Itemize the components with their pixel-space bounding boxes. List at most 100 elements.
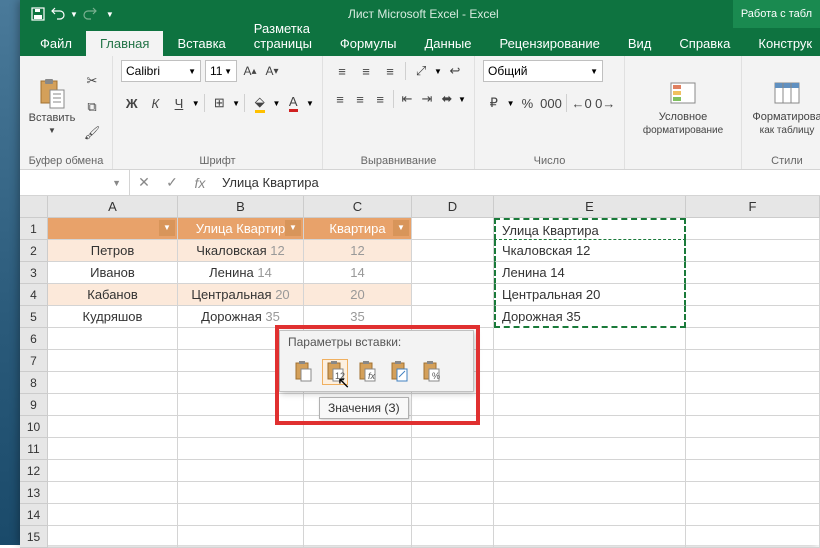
row-header[interactable]: 11 — [20, 438, 48, 460]
row-header[interactable]: 5 — [20, 306, 48, 328]
cell[interactable]: 12 — [304, 240, 412, 262]
cell[interactable] — [412, 240, 494, 262]
row-header[interactable]: 7 — [20, 350, 48, 372]
tab-home[interactable]: Главная — [86, 31, 163, 56]
cell[interactable] — [494, 438, 686, 460]
tab-insert[interactable]: Вставка — [163, 31, 239, 56]
row-header[interactable]: 3 — [20, 262, 48, 284]
font-name-select[interactable]: Calibri▼ — [121, 60, 201, 82]
cell[interactable] — [686, 328, 820, 350]
cell[interactable] — [48, 372, 178, 394]
col-header[interactable]: A — [48, 196, 178, 218]
filter-icon[interactable]: ▼ — [159, 220, 175, 236]
conditional-format-button[interactable]: Условное форматирование — [633, 60, 733, 153]
cell[interactable] — [494, 372, 686, 394]
cell[interactable]: Чкаловская 12 — [494, 240, 686, 262]
undo-icon[interactable] — [50, 6, 66, 22]
italic-button[interactable]: К — [145, 92, 167, 114]
enter-icon[interactable]: ✓ — [158, 170, 186, 195]
redo-icon[interactable] — [82, 6, 98, 22]
cell[interactable] — [686, 438, 820, 460]
decrease-indent-icon[interactable]: ⇤ — [398, 88, 416, 110]
cell[interactable] — [686, 482, 820, 504]
align-right-icon[interactable]: ≡ — [371, 88, 389, 110]
cell[interactable] — [178, 438, 304, 460]
cell[interactable] — [178, 460, 304, 482]
fx-icon[interactable]: fx — [186, 170, 214, 195]
cell[interactable]: 35 — [304, 306, 412, 328]
cell[interactable]: 14 — [304, 262, 412, 284]
cell[interactable] — [494, 416, 686, 438]
cell[interactable] — [686, 262, 820, 284]
cell[interactable] — [494, 504, 686, 526]
cell[interactable]: Улица Квартир▼ — [178, 218, 304, 240]
cell[interactable]: Кабанов — [48, 284, 178, 306]
cell[interactable] — [494, 460, 686, 482]
cell[interactable] — [412, 416, 494, 438]
number-format-select[interactable]: Общий▼ — [483, 60, 603, 82]
cell[interactable] — [494, 394, 686, 416]
border-icon[interactable]: ⊞ — [209, 92, 231, 114]
cell[interactable] — [686, 240, 820, 262]
increase-indent-icon[interactable]: ⇥ — [418, 88, 436, 110]
tab-data[interactable]: Данные — [411, 31, 486, 56]
decrease-decimal-icon[interactable]: 0→ — [594, 92, 616, 114]
paste-option-transpose-icon[interactable] — [386, 359, 412, 385]
row-header[interactable]: 1 — [20, 218, 48, 240]
wrap-text-icon[interactable]: ↩ — [444, 60, 466, 82]
cell[interactable] — [48, 438, 178, 460]
row-header[interactable]: 4 — [20, 284, 48, 306]
cell[interactable] — [48, 416, 178, 438]
bold-button[interactable]: Ж — [121, 92, 143, 114]
tab-help[interactable]: Справка — [665, 31, 744, 56]
cell[interactable]: Кудряшов — [48, 306, 178, 328]
cell[interactable] — [412, 218, 494, 240]
cell[interactable] — [48, 328, 178, 350]
col-header[interactable]: D — [412, 196, 494, 218]
cell[interactable] — [412, 262, 494, 284]
cell[interactable] — [178, 394, 304, 416]
cell[interactable] — [494, 328, 686, 350]
tab-review[interactable]: Рецензирование — [485, 31, 613, 56]
format-painter-icon[interactable]: 🖌 — [80, 122, 104, 144]
percent-icon[interactable]: % — [517, 92, 539, 114]
cell[interactable]: Квартира▼ — [304, 218, 412, 240]
paste-button[interactable]: Вставить ▼ — [28, 60, 76, 153]
cell[interactable]: Дорожная 35 — [494, 306, 686, 328]
font-color-icon[interactable]: A — [282, 92, 304, 114]
name-box[interactable]: ▼ — [20, 170, 130, 195]
cell[interactable] — [304, 460, 412, 482]
cell[interactable] — [686, 218, 820, 240]
cell[interactable] — [178, 416, 304, 438]
tab-design[interactable]: Конструк — [744, 31, 820, 56]
cell[interactable] — [686, 460, 820, 482]
cell[interactable] — [412, 306, 494, 328]
col-header[interactable]: E — [494, 196, 686, 218]
cut-icon[interactable]: ✂ — [80, 70, 104, 92]
cell[interactable] — [412, 394, 494, 416]
cell[interactable] — [304, 504, 412, 526]
cell[interactable] — [48, 350, 178, 372]
row-header[interactable]: 9 — [20, 394, 48, 416]
col-header[interactable]: B — [178, 196, 304, 218]
row-header[interactable]: 8 — [20, 372, 48, 394]
cell[interactable]: Ленина 14 — [178, 262, 304, 284]
underline-button[interactable]: Ч — [168, 92, 190, 114]
cell[interactable] — [304, 438, 412, 460]
cell[interactable] — [686, 394, 820, 416]
cell[interactable]: Центральная 20 — [494, 284, 686, 306]
align-top-icon[interactable]: ≡ — [331, 60, 353, 82]
undo-dropdown[interactable]: ▼ — [70, 10, 78, 19]
cell[interactable]: Петров — [48, 240, 178, 262]
cell[interactable] — [48, 482, 178, 504]
cell[interactable] — [494, 350, 686, 372]
paste-option-formulas-icon[interactable]: fx — [354, 359, 380, 385]
cell[interactable]: Дорожная 35 — [178, 306, 304, 328]
cell[interactable]: ▼ — [48, 218, 178, 240]
cell[interactable] — [412, 482, 494, 504]
cell[interactable] — [686, 416, 820, 438]
paste-option-formatting-icon[interactable]: % — [418, 359, 444, 385]
align-left-icon[interactable]: ≡ — [331, 88, 349, 110]
col-header[interactable]: F — [686, 196, 820, 218]
formula-input[interactable]: Улица Квартира — [214, 175, 820, 190]
